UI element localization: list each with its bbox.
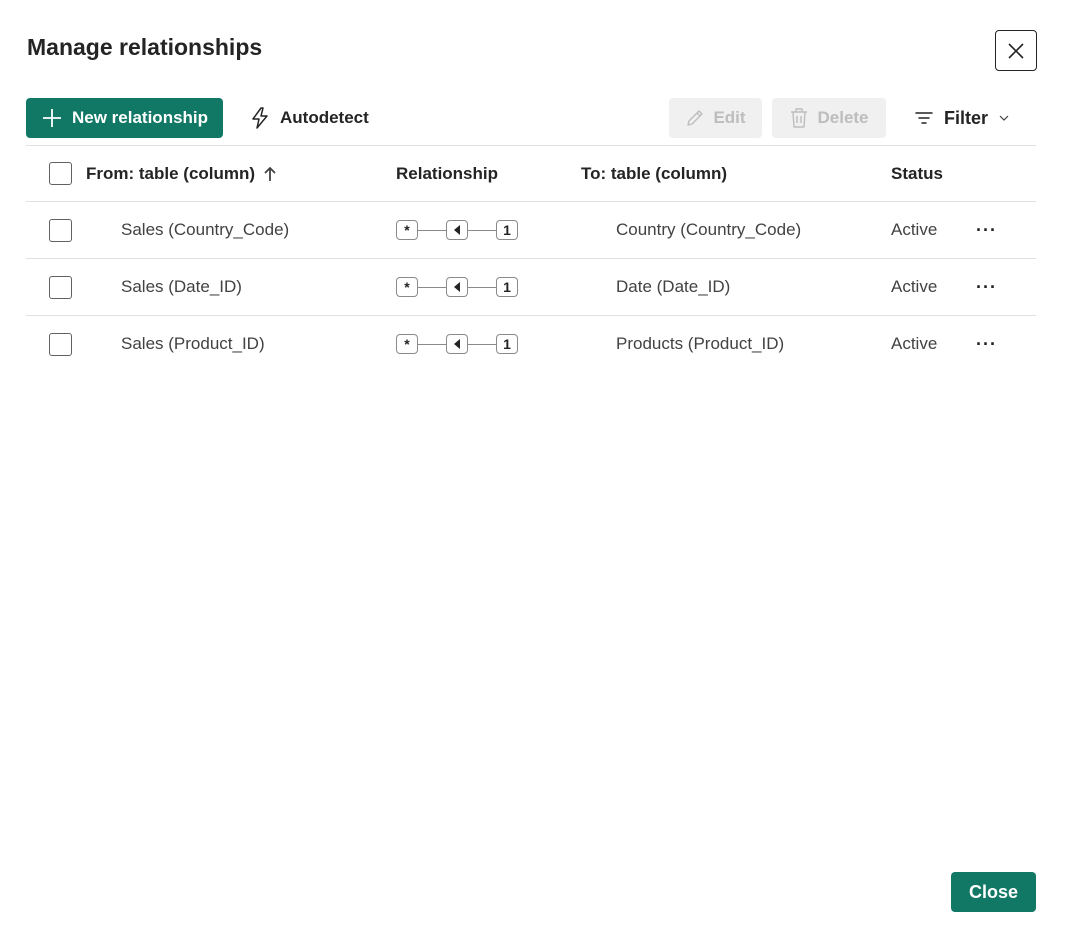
many-cardinality-icon: * <box>396 277 418 297</box>
row-checkbox[interactable] <box>49 275 72 299</box>
select-all-checkbox[interactable] <box>49 162 72 185</box>
close-dialog-button[interactable] <box>995 30 1037 71</box>
column-header-to[interactable]: To: table (column) <box>581 146 727 201</box>
from-cell: Sales (Date_ID) <box>121 277 242 296</box>
manage-relationships-dialog: Manage relationships New relationship Au… <box>0 0 1065 941</box>
autodetect-label: Autodetect <box>280 108 369 127</box>
many-cardinality-icon: * <box>396 220 418 240</box>
row-checkbox[interactable] <box>49 218 72 242</box>
relationship-diagram: * 1 <box>396 334 518 354</box>
column-header-from[interactable]: From: table (column) <box>86 146 277 201</box>
chevron-down-icon <box>999 115 1009 121</box>
sort-ascending-icon <box>264 166 276 181</box>
new-relationship-label: New relationship <box>72 108 209 127</box>
single-direction-filter-icon <box>446 277 468 297</box>
single-direction-filter-icon <box>446 220 468 240</box>
one-cardinality-icon: 1 <box>496 334 518 354</box>
many-cardinality-icon: * <box>396 334 418 354</box>
more-options-icon[interactable]: ··· <box>976 277 997 298</box>
relationship-diagram: * 1 <box>396 220 518 240</box>
dialog-title: Manage relationships <box>27 34 263 60</box>
relationship-diagram: * 1 <box>396 277 518 297</box>
more-options-icon[interactable]: ··· <box>976 334 997 355</box>
status-cell: Active <box>891 277 938 296</box>
filter-label: Filter <box>944 107 989 128</box>
column-header-status[interactable]: Status <box>891 146 943 201</box>
one-cardinality-icon: 1 <box>496 277 518 297</box>
table-row[interactable]: Sales (Product_ID) * 1 Products (Product… <box>26 315 1036 372</box>
from-cell: Sales (Country_Code) <box>121 220 290 239</box>
delete-label: Delete <box>817 108 869 127</box>
status-cell: Active <box>891 334 938 353</box>
to-cell: Products (Product_ID) <box>616 334 785 353</box>
one-cardinality-icon: 1 <box>496 220 518 240</box>
to-cell: Country (Country_Code) <box>616 220 802 239</box>
column-header-relationship[interactable]: Relationship <box>396 146 498 201</box>
close-button[interactable]: Close <box>951 872 1036 912</box>
single-direction-filter-icon <box>446 334 468 354</box>
table-row[interactable]: Sales (Date_ID) * 1 Date (Date_ID) Activ… <box>26 258 1036 315</box>
toolbar: New relationship Autodetect Edit Delete <box>26 98 1036 138</box>
trash-icon <box>791 108 808 128</box>
status-cell: Active <box>891 220 938 239</box>
column-header-from-label: From: table (column) <box>86 163 256 183</box>
new-relationship-button[interactable]: New relationship <box>26 98 223 138</box>
close-icon <box>1008 42 1024 59</box>
plus-icon <box>43 109 61 127</box>
relationships-table: From: table (column) Relationship To: ta… <box>26 145 1036 372</box>
column-header-status-label: Status <box>891 163 943 183</box>
lightning-icon <box>252 107 268 129</box>
column-header-relationship-label: Relationship <box>396 163 499 183</box>
edit-label: Edit <box>713 108 746 127</box>
autodetect-button[interactable]: Autodetect <box>250 98 369 138</box>
table-header-row: From: table (column) Relationship To: ta… <box>26 145 1036 201</box>
more-options-icon[interactable]: ··· <box>976 220 997 241</box>
row-checkbox[interactable] <box>49 332 72 356</box>
delete-button[interactable]: Delete <box>772 98 886 138</box>
filter-button[interactable]: Filter <box>914 98 1010 138</box>
table-row[interactable]: Sales (Country_Code) * 1 Country (Countr… <box>26 201 1036 258</box>
filter-icon <box>915 112 933 124</box>
edit-button[interactable]: Edit <box>669 98 762 138</box>
pencil-icon <box>687 110 704 126</box>
column-header-to-label: To: table (column) <box>581 163 728 183</box>
from-cell: Sales (Product_ID) <box>121 334 265 353</box>
to-cell: Date (Date_ID) <box>616 277 731 296</box>
